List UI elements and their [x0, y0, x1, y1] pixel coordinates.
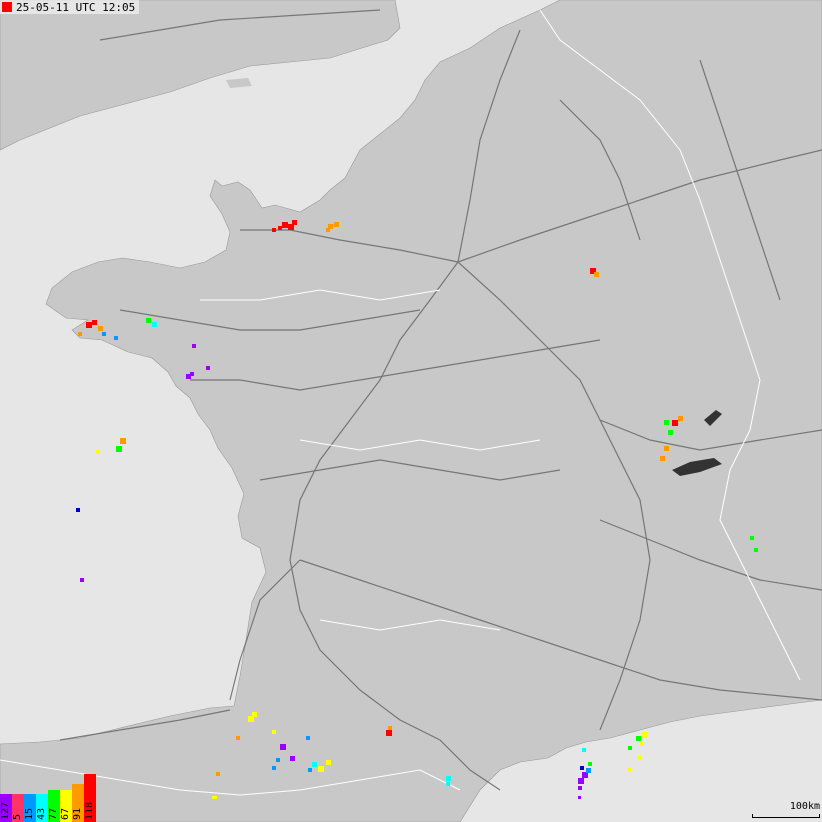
scale-label: 100km: [789, 801, 820, 812]
strike: [272, 228, 276, 232]
lightning-map: 25-05-11 UTC 12:05 127 5 15 43 77 67 91 …: [0, 0, 822, 822]
strike: [308, 768, 312, 772]
legend-label: 5: [12, 813, 23, 820]
strike: [586, 768, 591, 773]
strike: [102, 332, 106, 336]
strike: [78, 332, 82, 336]
strike: [446, 776, 451, 781]
legend-bar: 127: [0, 794, 12, 822]
legend-label: 91: [72, 807, 83, 820]
strike: [282, 222, 288, 228]
strike: [388, 726, 392, 730]
strike: [216, 772, 220, 776]
legend-label: 118: [84, 801, 95, 820]
strike: [636, 736, 641, 741]
strike: [672, 420, 678, 426]
strike: [272, 730, 276, 734]
strike: [114, 336, 118, 340]
strike: [86, 322, 92, 328]
legend-bar: 91: [72, 784, 84, 822]
strike: [326, 228, 330, 232]
strike: [272, 766, 276, 770]
strike: [98, 326, 103, 331]
timestamp-marker: [2, 2, 12, 12]
map-canvas: [0, 0, 822, 822]
strike: [588, 762, 592, 766]
strike: [326, 760, 331, 765]
strike: [280, 744, 286, 750]
strike: [152, 322, 157, 327]
strike: [594, 272, 599, 277]
legend-label: 15: [24, 807, 35, 820]
strike: [446, 782, 450, 786]
legend-bar: 77: [48, 790, 60, 822]
strike: [292, 220, 297, 225]
strike: [120, 438, 126, 444]
strike: [252, 712, 257, 717]
strike: [146, 318, 151, 323]
map-header: 25-05-11 UTC 12:05: [0, 0, 140, 14]
legend-label: 77: [48, 807, 59, 820]
strike: [386, 730, 392, 736]
strike: [312, 762, 317, 767]
strike: [278, 226, 282, 230]
strike: [664, 420, 669, 425]
strike: [578, 796, 581, 799]
strike: [92, 320, 97, 325]
strike: [642, 732, 648, 738]
strike: [578, 786, 582, 790]
strike: [190, 372, 194, 376]
strike: [660, 456, 665, 461]
strike: [580, 766, 584, 770]
strike: [76, 508, 80, 512]
strike: [578, 778, 584, 784]
legend-bar: 43: [36, 794, 48, 822]
strike: [236, 736, 240, 740]
scale-line: [752, 814, 820, 818]
strike: [628, 768, 631, 771]
strike: [334, 222, 339, 227]
strike: [628, 746, 632, 750]
strike: [212, 796, 217, 799]
strike: [664, 446, 669, 451]
scale-bar: 100km: [752, 801, 820, 818]
strike: [116, 446, 122, 452]
legend-bar: 15: [24, 794, 36, 822]
strike: [754, 548, 758, 552]
strike: [192, 344, 196, 348]
strike: [638, 756, 641, 759]
legend-bar: 5: [12, 794, 24, 822]
strike: [80, 578, 84, 582]
strike-age-legend: 127 5 15 43 77 67 91 118: [0, 774, 96, 822]
legend-label: 43: [36, 807, 47, 820]
strike: [318, 766, 324, 772]
strike: [276, 758, 280, 762]
timestamp-label: 25-05-11 UTC 12:05: [16, 0, 136, 14]
strike: [640, 742, 644, 746]
strike: [96, 450, 100, 454]
strike: [206, 366, 210, 370]
strike: [306, 736, 310, 740]
strike: [678, 416, 683, 421]
legend-bar: 67: [60, 790, 72, 822]
legend-label: 67: [60, 807, 71, 820]
strike: [750, 536, 754, 540]
legend-bar: 118: [84, 774, 96, 822]
strike: [290, 756, 295, 761]
strike: [582, 748, 586, 752]
legend-label: 127: [0, 801, 11, 820]
strike: [668, 430, 673, 435]
